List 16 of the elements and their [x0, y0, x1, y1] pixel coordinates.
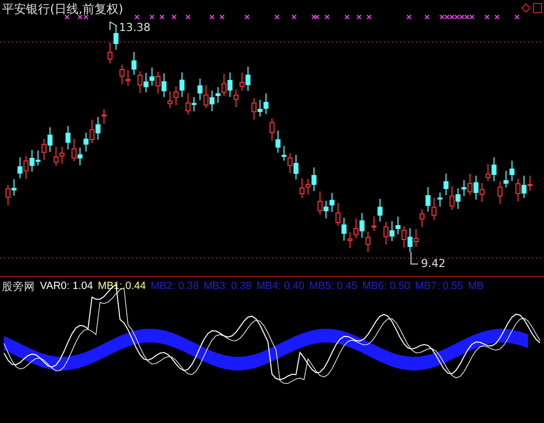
- indicator-value: MB5: 0.45: [309, 280, 358, 294]
- indicator-value: MB: [468, 280, 484, 294]
- indicator-value: MB4: 0.40: [256, 280, 304, 294]
- low-price-label: 9.42: [421, 257, 446, 270]
- high-price-label: 13.38: [119, 21, 150, 34]
- square-icon[interactable]: [533, 3, 542, 13]
- indicator-value: MB2: 0.38: [150, 280, 199, 294]
- indicator-name: 股旁网: [2, 280, 35, 294]
- leader-line: [110, 21, 118, 30]
- chart-title: 平安银行(日线,前复权): [2, 1, 124, 18]
- indicator-value: VAR0: 1.04: [40, 280, 93, 294]
- indicator-value: MB3: 0.38: [204, 280, 252, 294]
- indicator-value: MB6: 0.50: [362, 280, 410, 294]
- leader-line: [410, 252, 418, 264]
- indicator-value: MB7: 0.55: [415, 280, 464, 294]
- diamond-icon[interactable]: [521, 3, 531, 13]
